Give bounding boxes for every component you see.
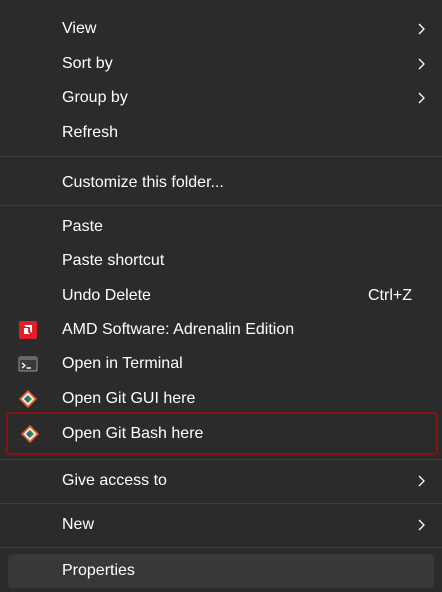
menu-separator	[0, 205, 442, 206]
menu-item-label: Give access to	[62, 471, 167, 489]
menu-item-open-terminal[interactable]: Open in Terminal	[8, 347, 434, 380]
menu-item-label: Customize this folder...	[62, 173, 224, 191]
menu-item-label: Paste shortcut	[62, 251, 165, 269]
menu-item-label: Refresh	[62, 123, 119, 141]
menu-item-open-git-gui[interactable]: Open Git GUI here	[8, 382, 434, 415]
chevron-right-icon	[418, 58, 425, 69]
menu-item-refresh[interactable]: Refresh	[8, 116, 434, 149]
menu-item-label: New	[62, 515, 95, 533]
chevron-right-icon	[418, 475, 425, 486]
menu-separator	[0, 547, 442, 548]
menu-item-paste-shortcut[interactable]: Paste shortcut	[8, 244, 434, 277]
menu-separator	[0, 459, 442, 460]
chevron-right-icon	[418, 23, 425, 34]
menu-item-paste[interactable]: Paste	[8, 210, 434, 243]
menu-item-amd-software[interactable]: AMD Software: Adrenalin Edition	[8, 313, 434, 346]
menu-separator	[0, 503, 442, 504]
menu-item-label: Group by	[62, 88, 128, 106]
terminal-icon	[18, 356, 38, 371]
menu-item-open-git-bash[interactable]: Open Git Bash here	[6, 412, 438, 455]
menu-item-label: Open in Terminal	[62, 354, 183, 372]
menu-item-label: Open Git GUI here	[62, 389, 196, 407]
menu-item-sort-by[interactable]: Sort by	[8, 47, 434, 80]
menu-item-give-access[interactable]: Give access to	[8, 464, 434, 497]
menu-item-label: Paste	[62, 217, 103, 235]
menu-item-view[interactable]: View	[8, 12, 434, 45]
menu-item-undo-delete[interactable]: Undo Delete Ctrl+Z	[8, 279, 434, 312]
menu-item-properties[interactable]: Properties	[8, 554, 434, 588]
menu-item-new[interactable]: New	[8, 508, 434, 541]
menu-item-label: Undo Delete	[62, 286, 151, 304]
menu-item-shortcut: Ctrl+Z	[368, 286, 412, 304]
chevron-right-icon	[418, 92, 425, 103]
menu-item-customize-folder[interactable]: Customize this folder...	[8, 166, 434, 199]
context-menu: View Sort by Group by Refresh Customize …	[0, 0, 442, 592]
chevron-right-icon	[418, 519, 425, 530]
menu-item-label: Open Git Bash here	[62, 424, 204, 442]
menu-item-label: Sort by	[62, 54, 113, 72]
menu-item-label: AMD Software: Adrenalin Edition	[62, 320, 295, 338]
amd-icon	[19, 320, 37, 339]
git-icon	[19, 389, 37, 408]
menu-item-label: Properties	[62, 562, 135, 579]
menu-separator	[0, 156, 442, 157]
menu-item-label: View	[62, 19, 97, 37]
git-icon	[21, 424, 39, 443]
menu-item-group-by[interactable]: Group by	[8, 81, 434, 114]
